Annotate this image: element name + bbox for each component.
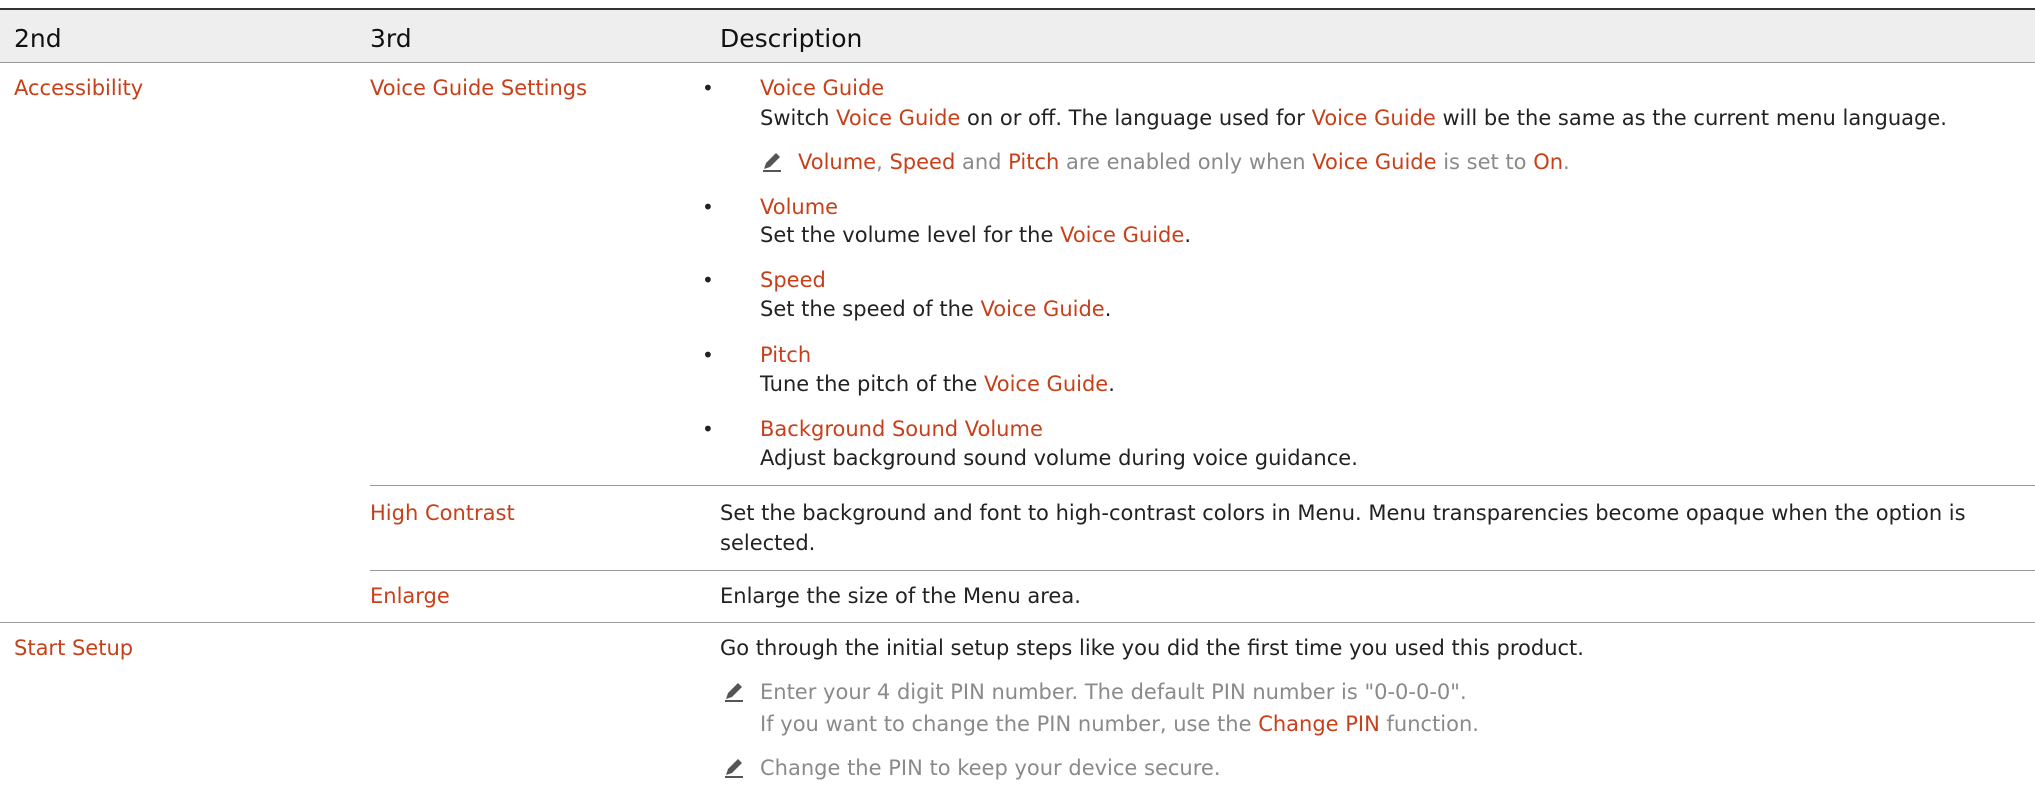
row-divider — [0, 622, 2035, 623]
bullet-dot: • — [702, 268, 714, 292]
start-setup-note-change-pin: If you want to change the PIN number, us… — [760, 712, 1479, 736]
pitch-description: Tune the pitch of the Voice Guide. — [760, 372, 1115, 396]
row-high-contrast-label: High Contrast — [370, 501, 515, 525]
bullet-dot: • — [702, 417, 714, 441]
volume-description: Set the volume level for the Voice Guide… — [760, 223, 1191, 247]
speed-title: Speed — [760, 268, 826, 292]
pencil-note-icon — [763, 153, 781, 172]
voice-guide-title: Voice Guide — [760, 76, 885, 100]
header-3rd: 3rd — [370, 24, 412, 53]
header-divider — [0, 62, 2035, 63]
enlarge-description: Enlarge the size of the Menu area. — [720, 584, 1081, 608]
start-setup-note-secure: Change the PIN to keep your device secur… — [760, 756, 1221, 780]
row-divider — [370, 570, 2035, 571]
row-divider — [370, 485, 2035, 486]
start-setup-description: Go through the initial setup steps like … — [720, 636, 1584, 660]
voice-guide-note: Volume, Speed and Pitch are enabled only… — [798, 150, 1570, 174]
volume-title: Volume — [760, 195, 839, 219]
start-setup-note-pin: Enter your 4 digit PIN number. The defau… — [760, 680, 1467, 704]
pitch-title: Pitch — [760, 343, 812, 367]
voice-guide-description: Switch Voice Guide on or off. The langua… — [760, 106, 1947, 130]
row-voice-guide-settings-label: Voice Guide Settings — [370, 76, 588, 100]
high-contrast-description-line2: selected. — [720, 531, 816, 555]
row-start-setup-label: Start Setup — [14, 636, 134, 660]
bullet-dot: • — [702, 76, 714, 100]
high-contrast-description-line1: Set the background and font to high-cont… — [720, 501, 1966, 525]
table-header — [0, 10, 2035, 62]
row-accessibility-label: Accessibility — [14, 76, 144, 100]
spec-table: 2nd 3rd Description Accessibility Voice … — [0, 0, 2035, 790]
pencil-note-icon — [725, 759, 743, 778]
row-enlarge-label: Enlarge — [370, 584, 450, 608]
header-description: Description — [720, 24, 863, 53]
header-2nd: 2nd — [14, 24, 62, 53]
bullet-dot: • — [702, 343, 714, 367]
background-sound-volume-description: Adjust background sound volume during vo… — [760, 446, 1358, 470]
pencil-note-icon — [725, 683, 743, 702]
background-sound-volume-title: Background Sound Volume — [760, 417, 1043, 441]
bullet-dot: • — [702, 195, 714, 219]
speed-description: Set the speed of the Voice Guide. — [760, 297, 1112, 321]
